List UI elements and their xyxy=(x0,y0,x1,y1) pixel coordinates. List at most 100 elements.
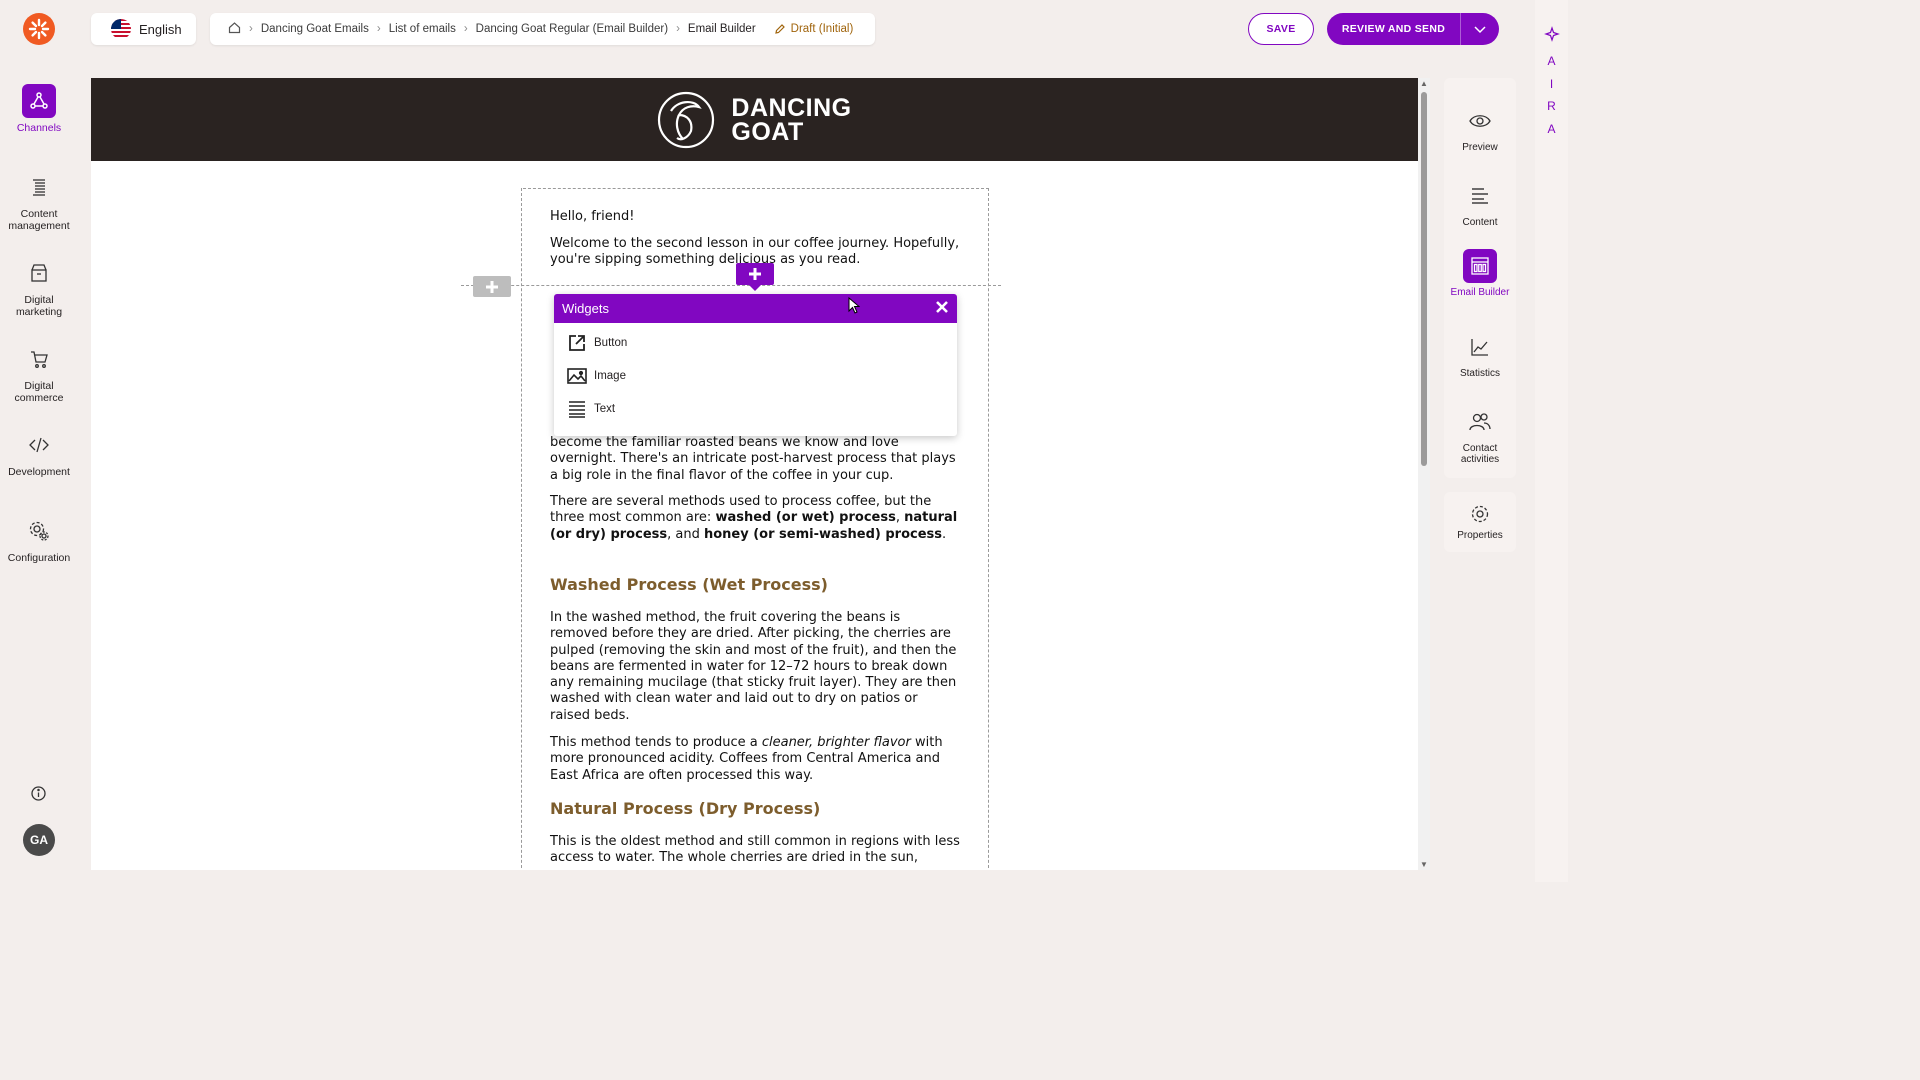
save-button[interactable]: SAVE xyxy=(1248,13,1314,45)
email-canvas[interactable]: DANCING GOAT Hello, friend! Welcome to t… xyxy=(91,78,1430,870)
text-lines-icon xyxy=(569,400,585,418)
widgets-popup-header: Widgets xyxy=(554,294,957,323)
nav-label-channels: Channels xyxy=(16,122,62,134)
external-link-icon xyxy=(569,334,585,351)
dancing-goat-logo: DANCING GOAT xyxy=(657,91,851,149)
tool-content[interactable]: Content xyxy=(1444,179,1516,228)
right-tool-panel: Preview Content Email Builder Statistics… xyxy=(1444,78,1516,478)
washed-flavor-paragraph[interactable]: This method tends to produce a cleaner, … xyxy=(550,735,960,784)
nav-label-configuration: Configuration xyxy=(7,552,71,564)
email-builder-icon xyxy=(1463,249,1497,283)
aira-panel[interactable]: A I R A xyxy=(1535,0,1568,882)
widget-text[interactable]: Text xyxy=(554,392,957,425)
email-paragraph-process[interactable]: become the familiar roasted beans we kno… xyxy=(550,435,960,484)
tool-email-builder[interactable]: Email Builder xyxy=(1444,249,1516,298)
tool-preview-label: Preview xyxy=(1462,142,1498,153)
tool-contact-activities[interactable]: Contact activities xyxy=(1444,405,1516,465)
section-divider xyxy=(461,285,1001,286)
widget-text-label: Text xyxy=(594,402,616,415)
widget-button[interactable]: Button xyxy=(554,326,957,359)
tool-contact-activities-label: Contact activities xyxy=(1460,443,1500,465)
widget-button-label: Button xyxy=(594,336,628,349)
widgets-title: Widgets xyxy=(562,301,609,316)
widgets-list: Button Image Text xyxy=(554,323,957,425)
email-greeting[interactable]: Hello, friend! xyxy=(550,209,960,225)
breadcrumb-item[interactable]: Dancing Goat Regular (Email Builder) xyxy=(476,23,668,35)
user-avatar[interactable]: GA xyxy=(23,824,55,856)
breadcrumb-item[interactable]: Dancing Goat Emails xyxy=(261,23,369,35)
chevron-down-icon[interactable] xyxy=(1461,24,1499,34)
goat-icon xyxy=(658,91,715,148)
flavor-emphasis: cleaner, brighter flavor xyxy=(761,735,911,750)
scroll-up-icon[interactable]: ▲ xyxy=(1420,79,1428,88)
home-icon[interactable] xyxy=(228,21,241,37)
eye-icon xyxy=(1463,104,1497,138)
sparkle-icon[interactable] xyxy=(1543,26,1560,42)
aira-letter: I xyxy=(1549,76,1554,91)
tool-statistics-label: Statistics xyxy=(1459,368,1500,379)
aira-letter: A xyxy=(1547,121,1556,136)
email-header[interactable]: DANCING GOAT xyxy=(91,78,1418,161)
digital-commerce-icon xyxy=(22,342,56,376)
content-icon xyxy=(1463,179,1497,213)
brand-line-2: GOAT xyxy=(731,117,804,146)
natural-heading[interactable]: Natural Process (Dry Process) xyxy=(550,799,820,818)
review-and-send-label: REVIEW AND SEND xyxy=(1341,23,1446,35)
tool-properties[interactable]: Properties xyxy=(1444,492,1516,552)
nav-label-development: Development xyxy=(8,466,70,478)
canvas-scrollbar[interactable]: ▲ ▼ xyxy=(1418,78,1430,870)
pencil-icon xyxy=(774,24,785,34)
kentico-logo[interactable] xyxy=(23,13,55,45)
add-section-button[interactable] xyxy=(473,276,511,297)
nav-item-digital-commerce[interactable]: Digital commerce xyxy=(0,338,78,424)
plus-icon xyxy=(749,268,761,280)
nav-item-digital-marketing[interactable]: Digital marketing xyxy=(0,252,78,338)
statistics-icon xyxy=(1463,330,1497,364)
aira-letter: A xyxy=(1547,54,1556,68)
widget-image[interactable]: Image xyxy=(554,359,957,392)
add-widget-button[interactable] xyxy=(736,263,774,291)
tool-preview[interactable]: Preview xyxy=(1444,104,1516,153)
nav-label-digital-marketing: Digital marketing xyxy=(15,294,63,318)
nav-item-development[interactable]: Development xyxy=(0,424,78,510)
methods-honey: honey (or semi-washed) process xyxy=(703,526,943,542)
widgets-popup: Widgets Button Image Text xyxy=(554,294,957,436)
mouse-cursor-icon xyxy=(848,296,861,320)
natural-paragraph[interactable]: This is the oldest method and still comm… xyxy=(550,834,960,867)
contact-activities-icon xyxy=(1463,405,1497,439)
widget-image-label: Image xyxy=(594,369,626,382)
info-icon[interactable] xyxy=(30,785,47,807)
tool-statistics[interactable]: Statistics xyxy=(1444,330,1516,379)
language-selector[interactable]: English xyxy=(91,13,196,45)
breadcrumb-separator: › xyxy=(376,23,381,35)
development-icon xyxy=(22,428,56,462)
email-paragraph-methods[interactable]: There are several methods used to proces… xyxy=(550,494,960,543)
status-label: Draft (Initial) xyxy=(790,23,854,35)
nav-label-digital-commerce: Digital commerce xyxy=(14,380,64,404)
content-management-icon xyxy=(22,170,56,204)
scrollbar-thumb[interactable] xyxy=(1421,92,1427,466)
washed-paragraph[interactable]: In the washed method, the fruit covering… xyxy=(550,610,960,724)
channels-icon xyxy=(22,84,56,118)
nav-item-configuration[interactable]: Configuration xyxy=(0,510,78,596)
brand-line-1: DANCING xyxy=(731,93,852,122)
breadcrumb-item[interactable]: List of emails xyxy=(389,23,456,35)
gear-icon xyxy=(1470,504,1490,527)
tool-properties-label: Properties xyxy=(1457,529,1503,541)
scroll-down-icon[interactable]: ▼ xyxy=(1420,860,1428,869)
breadcrumb-current: Email Builder xyxy=(687,23,756,35)
nav-item-channels[interactable]: Channels xyxy=(0,80,78,166)
washed-heading[interactable]: Washed Process (Wet Process) xyxy=(550,575,828,594)
plus-icon xyxy=(486,280,498,293)
tool-email-builder-label: Email Builder xyxy=(1450,287,1510,298)
close-icon[interactable] xyxy=(935,300,949,317)
digital-marketing-icon xyxy=(22,256,56,290)
flavor-text-a: This method tends to produce a xyxy=(550,735,762,750)
review-and-send-button[interactable]: REVIEW AND SEND xyxy=(1327,13,1499,45)
nav-item-content-management[interactable]: Content management xyxy=(0,166,78,252)
main-navigation: Channels Content management Digital mark… xyxy=(0,80,78,596)
aira-letter: R xyxy=(1547,99,1556,113)
breadcrumb: › Dancing Goat Emails › List of emails ›… xyxy=(210,13,875,45)
nav-label-content-management: Content management xyxy=(8,208,70,232)
tool-content-label: Content xyxy=(1462,217,1498,228)
